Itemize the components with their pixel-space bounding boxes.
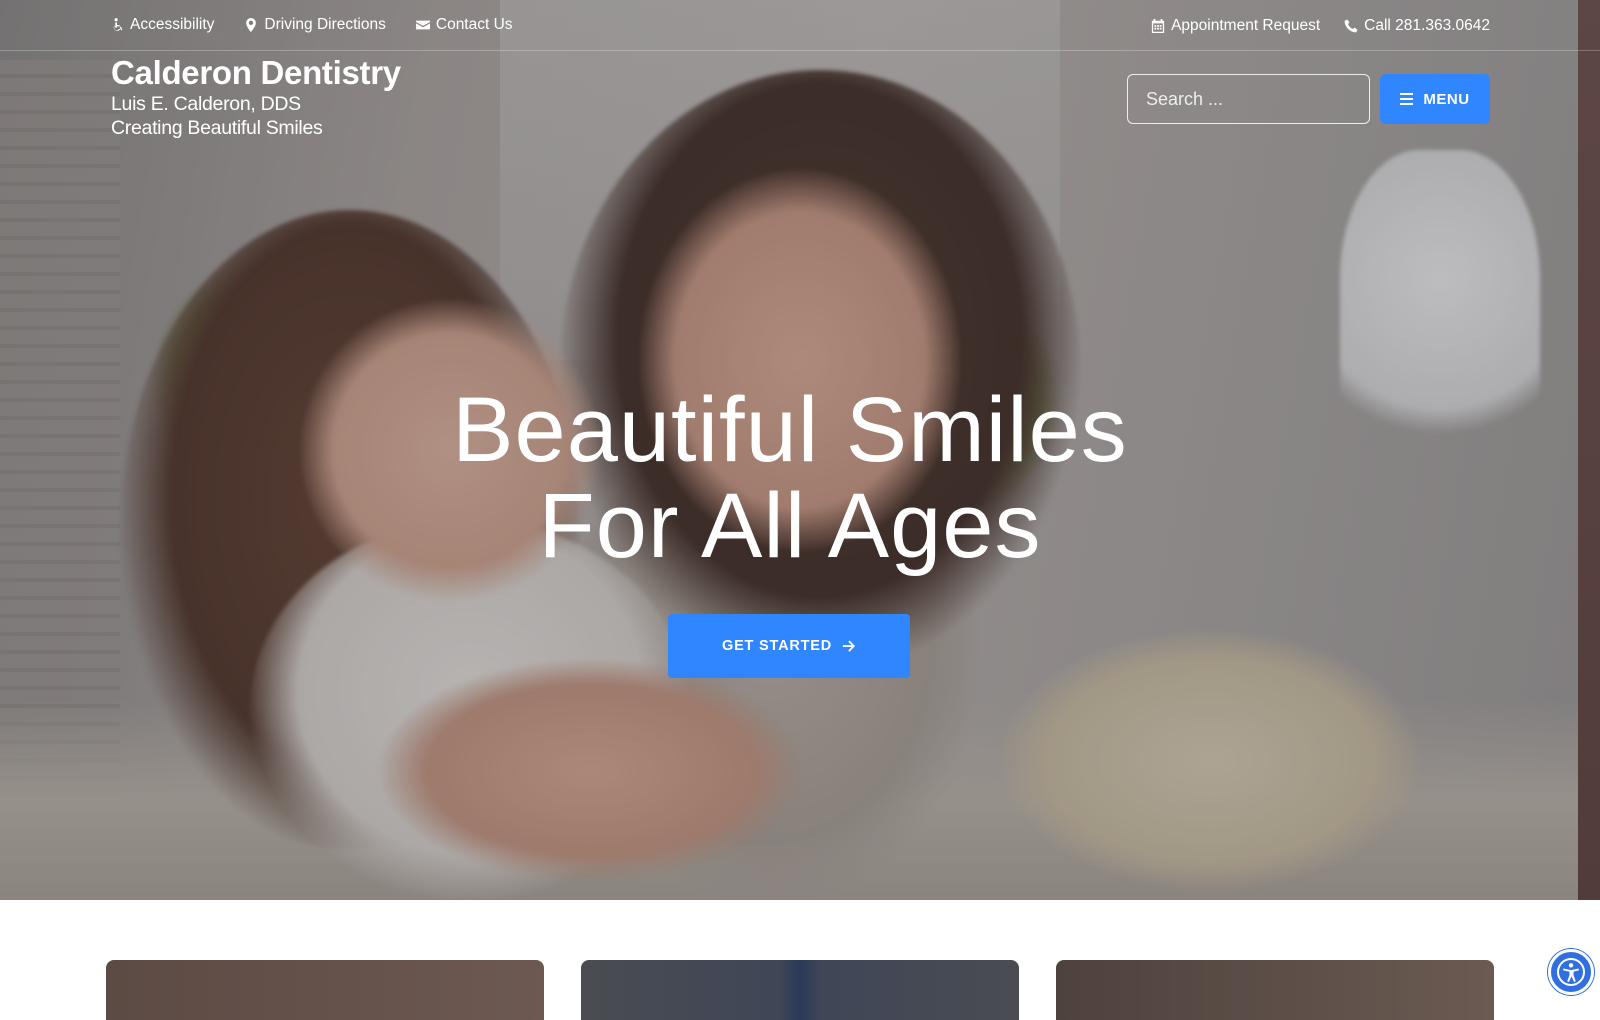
hero-headline: Beautiful Smiles For All Ages <box>0 382 1580 574</box>
hero-headline-line-1: Beautiful Smiles <box>452 379 1128 481</box>
site-branding[interactable]: Calderon Dentistry Luis E. Calderon, DDS… <box>111 54 401 140</box>
driving-directions-link[interactable]: Driving Directions <box>244 16 386 34</box>
search-input[interactable] <box>1128 75 1396 123</box>
arrow-right-icon <box>842 640 856 652</box>
call-phone-link[interactable]: Call 281.363.0642 <box>1344 17 1490 35</box>
driving-directions-link-label: Driving Directions <box>264 16 386 33</box>
menu-button[interactable]: MENU <box>1380 74 1490 124</box>
utility-bar: Accessibility Driving Directions Contact… <box>0 0 1600 51</box>
contact-us-link-label: Contact Us <box>435 16 513 33</box>
hamburger-icon <box>1400 93 1414 105</box>
search-form <box>1127 74 1412 124</box>
accessibility-person-icon <box>1557 958 1585 986</box>
site-tagline: Creating Beautiful Smiles <box>111 117 323 139</box>
contact-us-link[interactable]: Contact Us <box>415 16 513 34</box>
doctor-name: Luis E. Calderon, DDS <box>111 93 301 115</box>
utility-links-left: Accessibility Driving Directions Contact… <box>110 16 513 34</box>
accessibility-widget-button[interactable] <box>1548 949 1594 995</box>
envelope-icon <box>415 20 430 30</box>
phone-icon <box>1344 19 1358 33</box>
calendar-icon <box>1151 19 1165 33</box>
menu-button-label: MENU <box>1423 90 1470 108</box>
feature-card-1[interactable] <box>106 960 544 1020</box>
get-started-label: GET STARTED <box>721 638 833 654</box>
feature-card-2[interactable] <box>581 960 1019 1020</box>
accessibility-link[interactable]: Accessibility <box>110 16 214 34</box>
hero-headline-line-2: For All Ages <box>538 475 1042 577</box>
wheelchair-icon <box>113 18 123 31</box>
feature-cards <box>0 960 1600 1020</box>
call-phone-link-label: Call 281.363.0642 <box>1364 17 1490 34</box>
feature-card-3[interactable] <box>1056 960 1494 1020</box>
appointment-request-link-label: Appointment Request <box>1171 17 1321 34</box>
map-marker-icon <box>246 18 257 32</box>
appointment-request-link[interactable]: Appointment Request <box>1151 17 1320 35</box>
utility-links-right: Appointment Request Call 281.363.0642 <box>1151 17 1490 35</box>
accessibility-link-label: Accessibility <box>130 16 215 33</box>
get-started-button[interactable]: GET STARTED <box>668 614 910 678</box>
hero-section: Accessibility Driving Directions Contact… <box>0 0 1600 900</box>
site-title[interactable]: Calderon Dentistry <box>111 54 401 92</box>
